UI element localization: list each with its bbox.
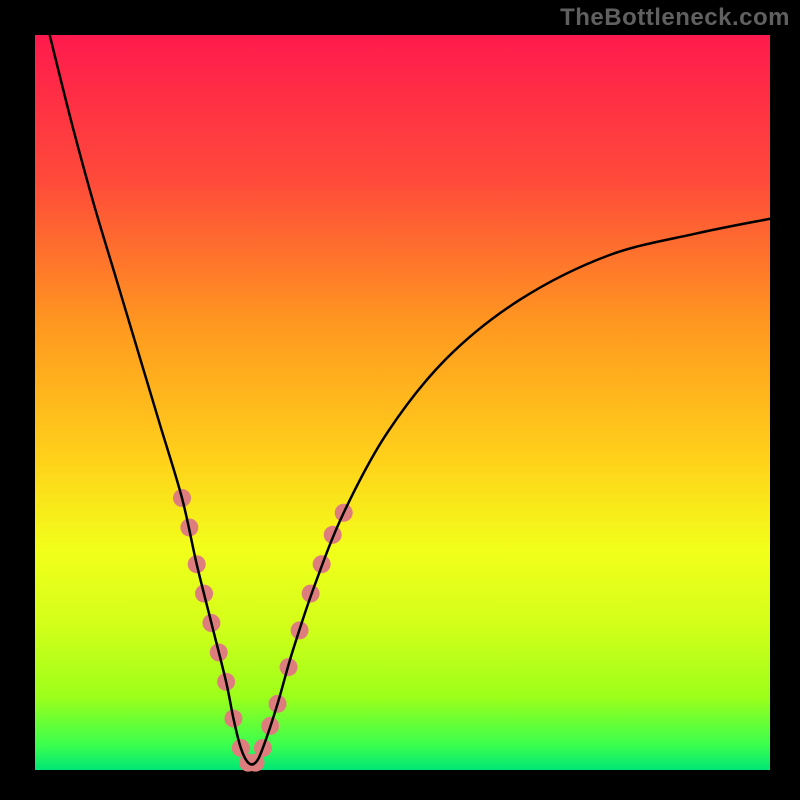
- watermark-text: TheBottleneck.com: [560, 4, 790, 32]
- chart-frame: TheBottleneck.com: [0, 0, 800, 800]
- chart-svg: [0, 0, 800, 800]
- plot-background: [35, 35, 770, 770]
